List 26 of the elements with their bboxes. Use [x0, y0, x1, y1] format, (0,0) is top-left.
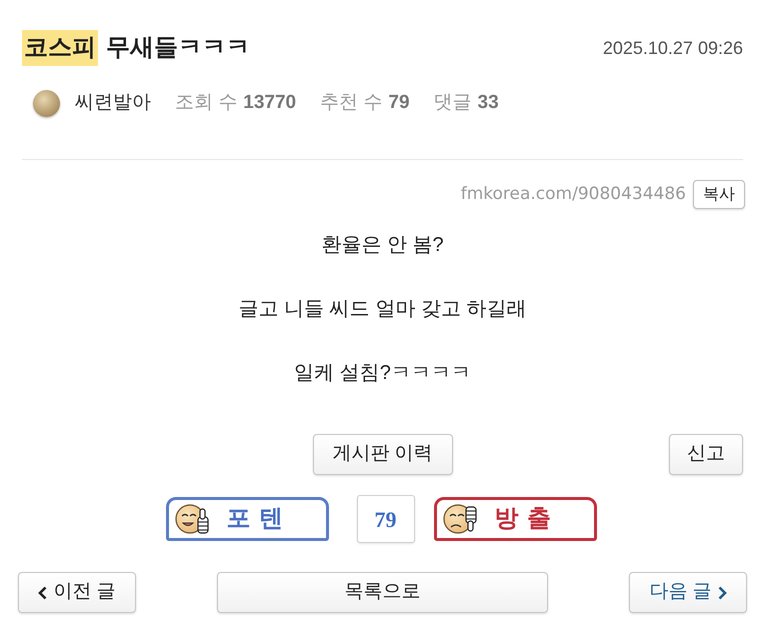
- body-text: 환율은 안 봄?: [321, 233, 444, 258]
- stat-value: 13770: [243, 90, 296, 115]
- vote-count: 79: [356, 495, 414, 543]
- chevron-right-icon: [718, 586, 727, 600]
- stat-value: 79: [388, 90, 410, 115]
- previous-post-button[interactable]: 이전 글: [18, 572, 136, 613]
- avatar-icon: [33, 90, 60, 116]
- category-tag[interactable]: 코스피: [22, 30, 98, 66]
- upvote-button[interactable]: 포텐: [166, 497, 328, 541]
- stat-value: 33: [478, 90, 499, 115]
- chevron-left-icon: [38, 586, 48, 600]
- board-history-button[interactable]: 게시판 이력: [312, 434, 452, 475]
- next-post-button[interactable]: 다음 글: [629, 572, 747, 613]
- stat-label: 댓글: [434, 90, 472, 115]
- report-button[interactable]: 신고: [669, 434, 743, 475]
- copy-button[interactable]: 복사: [693, 180, 745, 209]
- stat-label: 추천 수: [320, 90, 382, 115]
- post-date: 2025.10.27 09:26: [602, 36, 743, 60]
- post-url: fmkorea.com/9080434486: [460, 182, 686, 206]
- post-title: 무새들ㅋㅋㅋ: [106, 33, 250, 63]
- stat-label: 조회 수: [175, 90, 238, 115]
- body-text: 글고 니들 씨드 얼마 갖고 하길래: [238, 297, 526, 322]
- downvote-button[interactable]: 방출: [434, 497, 596, 541]
- list-button[interactable]: 목록으로: [217, 572, 548, 613]
- body-text: 일케 설침?ㅋㅋㅋㅋ: [294, 361, 471, 386]
- author-name[interactable]: 씨련발아: [75, 88, 151, 118]
